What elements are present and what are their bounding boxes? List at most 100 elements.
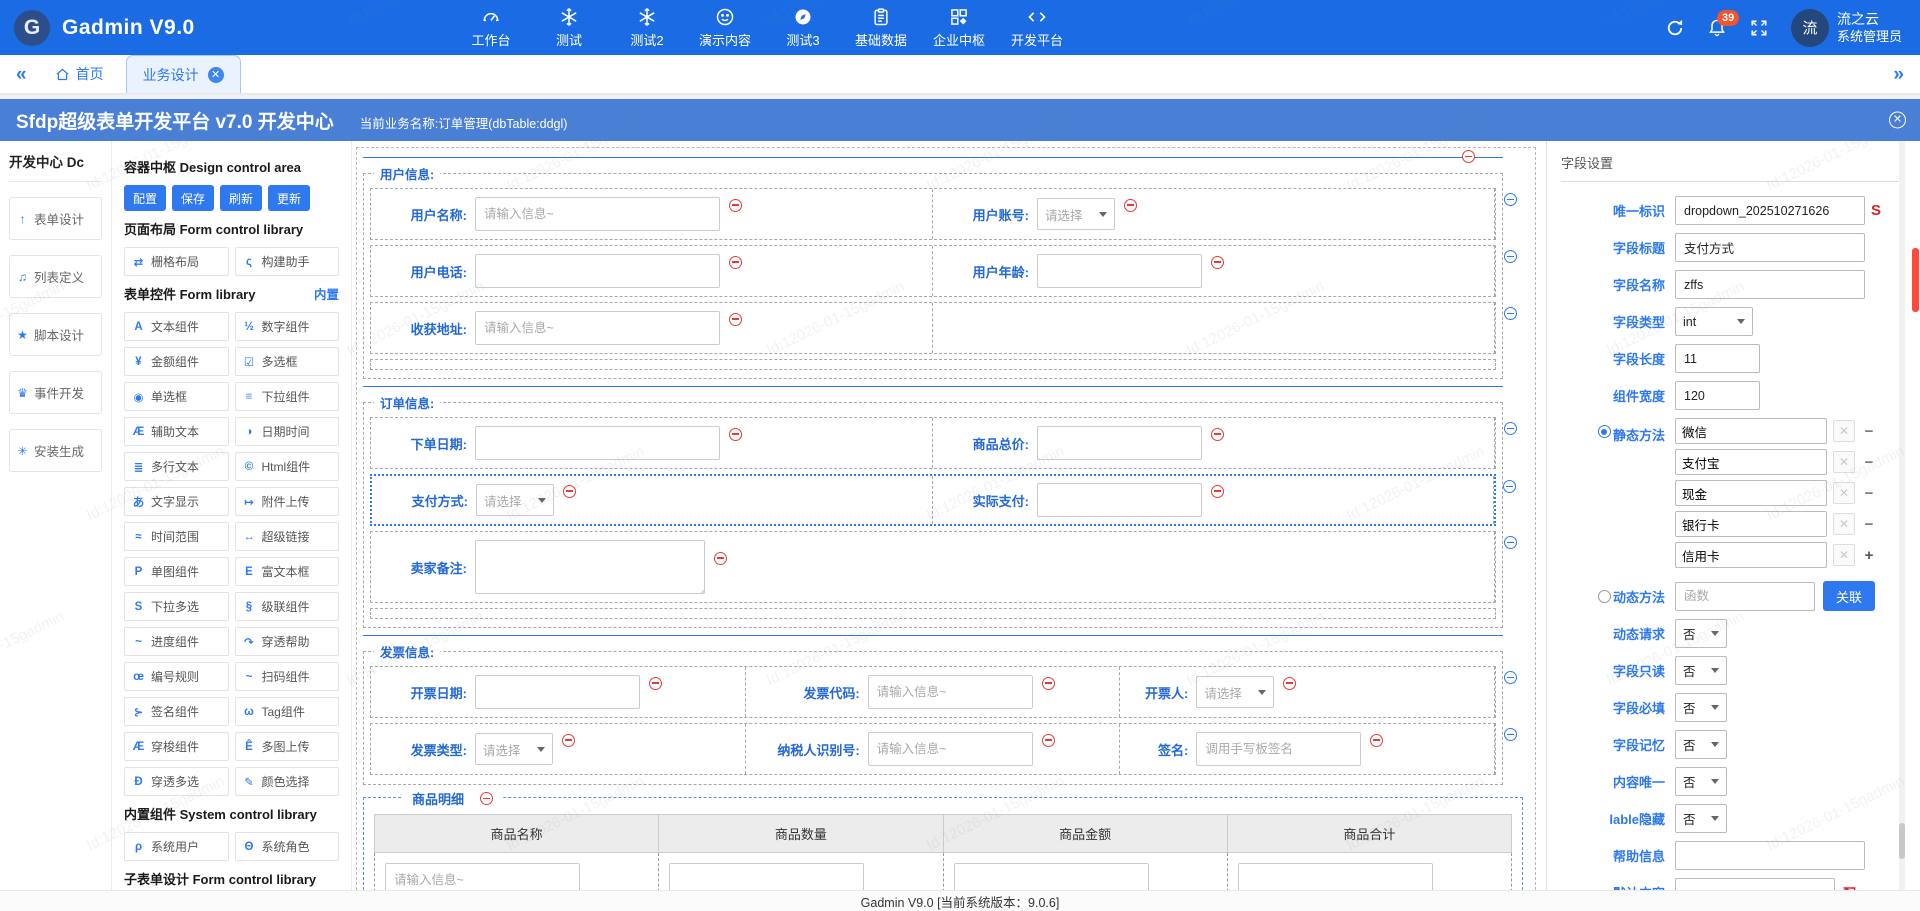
line-component[interactable] xyxy=(363,150,1503,164)
component-button[interactable]: ~ 进度组件 xyxy=(124,627,229,656)
component-button[interactable]: ✎ 颜色选择 xyxy=(234,767,339,796)
user-name-input[interactable] xyxy=(475,197,720,231)
remove-row-icon[interactable] xyxy=(1504,307,1517,320)
remove-field-icon[interactable] xyxy=(729,198,742,212)
remove-field-icon[interactable] xyxy=(729,427,742,441)
topnav-item[interactable]: 测试 xyxy=(543,7,595,49)
order-date-input[interactable] xyxy=(475,426,720,460)
seller-remark-textarea[interactable] xyxy=(475,540,705,594)
tabs-collapse-icon[interactable]: « xyxy=(0,64,41,93)
bool-select[interactable]: 否 xyxy=(1675,656,1727,685)
design-action-button[interactable]: 刷新 xyxy=(220,185,263,211)
remove-row-icon[interactable] xyxy=(1503,480,1516,493)
clear-option-icon[interactable]: ✕ xyxy=(1833,544,1855,566)
remove-field-icon[interactable] xyxy=(1041,676,1055,690)
order-total-input[interactable] xyxy=(1037,426,1202,460)
grid-row[interactable]: 卖家备注: xyxy=(370,531,1517,603)
empty-grid-row[interactable] xyxy=(370,608,1496,619)
dev-menu-item[interactable]: ★ 脚本设计 xyxy=(9,313,102,356)
component-button[interactable]: ~ 扫码组件 xyxy=(234,662,339,691)
panel-scrollbar-thumb[interactable] xyxy=(1899,823,1905,859)
design-action-button[interactable]: 更新 xyxy=(268,185,311,211)
system-component-button[interactable]: Θ 系统角色 xyxy=(234,832,339,861)
remove-row-icon[interactable] xyxy=(1504,536,1517,549)
topnav-item[interactable]: 开发平台 xyxy=(1011,7,1063,49)
remove-field-icon[interactable] xyxy=(649,676,662,690)
option-value-input[interactable] xyxy=(1675,418,1827,444)
topnav-item[interactable]: 测试2 xyxy=(621,7,673,49)
user-menu[interactable]: 流 流之云 系统管理员 xyxy=(1790,8,1902,47)
component-button[interactable]: ⊱ 签名组件 xyxy=(124,697,229,726)
remove-subtable-icon[interactable] xyxy=(480,792,494,805)
field-type-select[interactable]: int xyxy=(1675,307,1753,336)
clear-option-icon[interactable]: ✕ xyxy=(1833,482,1855,504)
component-button[interactable]: ¥ 金额组件 xyxy=(124,347,229,376)
component-button[interactable]: ↷ 穿透帮助 xyxy=(234,627,339,656)
line-component[interactable] xyxy=(363,628,1503,642)
remove-field-icon[interactable] xyxy=(729,255,742,269)
unique-id-input[interactable] xyxy=(1675,196,1865,225)
product-name-input[interactable] xyxy=(385,862,580,890)
product-qty-input[interactable] xyxy=(669,862,865,890)
window-scrollbar-thumb[interactable] xyxy=(1912,248,1919,312)
help-info-input[interactable] xyxy=(1675,841,1865,870)
component-button[interactable]: œ 编号规则 xyxy=(124,662,229,691)
layout-item-button[interactable]: ς 构建助手 xyxy=(234,247,339,276)
remove-field-icon[interactable] xyxy=(1211,255,1224,269)
configure-link[interactable]: 配 xyxy=(1843,883,1856,890)
design-action-button[interactable]: 配置 xyxy=(124,185,167,211)
design-canvas[interactable]: 用户信息: 用户名称: 用户账号: 请选择 xyxy=(352,141,1546,890)
component-button[interactable]: S 下拉多选 xyxy=(124,592,229,621)
dynamic-method-radio[interactable] xyxy=(1597,589,1611,603)
option-value-input[interactable] xyxy=(1675,542,1827,568)
remove-field-icon[interactable] xyxy=(562,733,575,747)
layout-item-button[interactable]: ⇄ 栅格布局 xyxy=(124,247,229,276)
option-value-input[interactable] xyxy=(1675,480,1827,506)
component-button[interactable]: ◉ 单选框 xyxy=(124,382,229,411)
bool-select[interactable]: 否 xyxy=(1675,619,1727,648)
dev-menu-item[interactable]: ♛ 事件开发 xyxy=(9,371,102,414)
component-button[interactable]: ↔ 超级链接 xyxy=(234,522,339,551)
grid-row[interactable]: 发票类型: 请选择 纳税人识别号: 签名: xyxy=(370,723,1517,775)
topnav-item[interactable]: 演示内容 xyxy=(699,7,751,49)
subtable-section[interactable]: 商品明细 商品名称 商品数量 商品金额 商品合计 xyxy=(363,789,1523,890)
remove-row-icon[interactable] xyxy=(1504,422,1517,435)
tabs-expand-icon[interactable]: » xyxy=(1893,64,1904,86)
refresh-icon[interactable] xyxy=(1665,18,1685,38)
remove-field-icon[interactable] xyxy=(563,484,576,498)
remove-row-icon[interactable] xyxy=(1504,250,1517,263)
option-value-input[interactable] xyxy=(1675,449,1827,475)
bool-select[interactable]: 否 xyxy=(1675,767,1727,796)
component-button[interactable]: ☑ 多选框 xyxy=(234,347,339,376)
remove-field-icon[interactable] xyxy=(1283,676,1297,690)
remove-field-icon[interactable] xyxy=(714,551,727,565)
grid-row-selected[interactable]: 支付方式: 请选择 实际支付: xyxy=(370,474,1516,526)
component-button[interactable]: § 级联组件 xyxy=(234,592,339,621)
component-button[interactable]: Æ 穿梭组件 xyxy=(124,732,229,761)
component-button[interactable]: © Html组件 xyxy=(234,452,339,481)
invoice-issuer-select[interactable]: 请选择 xyxy=(1196,676,1275,708)
component-button[interactable]: Ê 多图上传 xyxy=(234,732,339,761)
component-button[interactable]: ω Tag组件 xyxy=(234,697,339,726)
remove-row-icon[interactable] xyxy=(1504,671,1517,684)
option-add-remove-icon[interactable] xyxy=(1861,423,1877,440)
remove-line-icon[interactable] xyxy=(1462,150,1475,163)
topnav-item[interactable]: 工作台 xyxy=(465,7,517,49)
clear-option-icon[interactable]: ✕ xyxy=(1833,513,1855,535)
clear-option-icon[interactable]: ✕ xyxy=(1833,451,1855,473)
topnav-item[interactable]: 企业中枢 xyxy=(933,7,985,49)
component-button[interactable]: ≡ 下拉组件 xyxy=(234,382,339,411)
static-method-radio[interactable] xyxy=(1597,425,1611,438)
option-value-input[interactable] xyxy=(1675,511,1827,537)
field-title-input[interactable] xyxy=(1675,233,1865,262)
grid-row[interactable]: 收获地址: xyxy=(370,302,1517,354)
signature-input[interactable] xyxy=(1196,732,1362,766)
component-button[interactable]: あ 文字显示 xyxy=(124,487,229,516)
field-name-input[interactable] xyxy=(1675,270,1865,299)
remove-field-icon[interactable] xyxy=(1211,427,1224,441)
component-button[interactable]: Æ 辅助文本 xyxy=(124,417,229,446)
component-button[interactable]: P 单图组件 xyxy=(124,557,229,586)
tab-business-design[interactable]: 业务设计 ✕ xyxy=(125,55,241,93)
remove-field-icon[interactable] xyxy=(1041,733,1055,747)
remove-field-icon[interactable] xyxy=(1370,733,1384,747)
